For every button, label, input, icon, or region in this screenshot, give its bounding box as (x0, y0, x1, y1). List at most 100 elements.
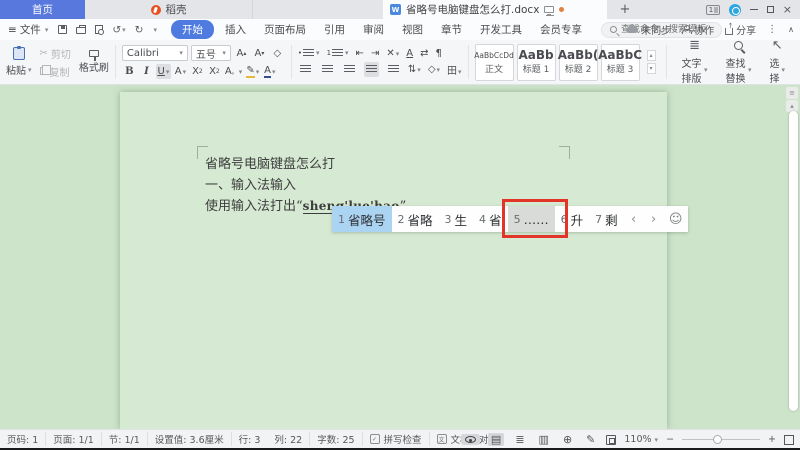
decrease-indent-button[interactable]: ⇤ (356, 48, 364, 59)
vertical-scrollbar[interactable] (789, 111, 798, 411)
borders-button[interactable]: 田▾ (447, 62, 462, 77)
title-bar: 首页 稻壳 W 省略号电脑键盘怎么打.docx + 1 × (0, 0, 800, 19)
print-icon[interactable] (76, 27, 86, 34)
ribbon-tab-insert[interactable]: 插入 (216, 20, 255, 39)
collapse-ribbon-icon[interactable]: ∧ (788, 25, 794, 34)
highlight-button[interactable]: ✎▾ (245, 64, 260, 79)
document-page[interactable] (120, 92, 667, 429)
ime-prev-page-button[interactable]: ‹ (624, 206, 644, 232)
zoom-level-button[interactable]: 110%▾ (624, 434, 658, 445)
ribbon-tab-dev-tools[interactable]: 开发工具 (471, 20, 531, 39)
more-menu-icon[interactable]: ⋮ (767, 24, 777, 35)
restore-button[interactable] (767, 6, 774, 13)
tab-docer[interactable]: 稻壳 (85, 0, 253, 19)
page-view-button[interactable]: ▤ (488, 433, 504, 446)
copy-button[interactable]: 复制 (40, 64, 71, 79)
cut-button[interactable]: ✂剪切 (40, 46, 71, 61)
bullets-button[interactable]: •▾ (298, 49, 320, 58)
close-button[interactable]: × (783, 4, 792, 15)
chevron-down-icon: ▾ (256, 68, 260, 76)
find-replace-button[interactable]: 查找替换▾ (726, 39, 752, 85)
select-button[interactable]: ↖ 选择▾ (769, 39, 785, 85)
save-icon[interactable] (58, 25, 67, 34)
new-tab-button[interactable]: + (614, 0, 636, 19)
file-menu-button[interactable]: ≡ 文件 ▾ (8, 22, 48, 37)
ribbon-tab-member[interactable]: 会员专享 (531, 20, 591, 39)
styles-scroll-down-icon[interactable]: ▾ (647, 63, 656, 74)
print-preview-icon[interactable] (95, 25, 103, 34)
shading-button[interactable]: ◇▾ (428, 64, 440, 75)
scroll-top-icon[interactable]: ≡ (786, 87, 798, 99)
grow-font-button[interactable]: A▴ (234, 46, 249, 61)
web-layout-button[interactable]: ⊕ (560, 433, 575, 446)
zoom-slider-thumb[interactable] (713, 435, 722, 444)
tab-home[interactable]: 首页 (0, 0, 85, 19)
writing-mode-button[interactable]: ✎ (583, 433, 598, 446)
clear-format-button[interactable]: ◇ (270, 46, 285, 61)
font-size-select[interactable]: 五号▾ (191, 45, 231, 61)
styles-scroll-up-icon[interactable]: ▴ (647, 50, 656, 61)
text-layout-button[interactable]: ≣ 文字排版▾ (682, 39, 708, 85)
char-scale-button[interactable]: A (406, 48, 413, 59)
numbering-button[interactable]: 1▾ (327, 49, 349, 58)
style-chip-heading3[interactable]: AaBbC 标题 3 (601, 44, 640, 81)
ribbon-tab-section[interactable]: 章节 (432, 20, 471, 39)
align-left-button[interactable] (298, 62, 313, 77)
text-direction-button[interactable]: ⇄ (420, 48, 428, 59)
ribbon-tab-references[interactable]: 引用 (315, 20, 354, 39)
align-right-button[interactable] (342, 62, 357, 77)
read-layout-button[interactable]: ▥ (536, 433, 552, 446)
superscript-button[interactable]: X2 (190, 64, 205, 79)
outline-view-button[interactable]: ≣ (512, 433, 527, 446)
zoom-in-button[interactable]: + (768, 434, 776, 445)
cjk-layout-button[interactable]: ✕▾ (386, 48, 399, 59)
spell-check-button[interactable]: ✓拼写检查 (363, 432, 430, 446)
increase-indent-button[interactable]: ⇥ (371, 48, 379, 59)
shrink-font-button[interactable]: A▾ (252, 46, 267, 61)
distribute-button[interactable] (386, 62, 401, 77)
justify-button[interactable] (364, 62, 379, 77)
ime-next-page-button[interactable]: › (644, 206, 664, 232)
fit-page-icon[interactable] (606, 435, 616, 445)
font-color-button[interactable]: A▾ (262, 64, 277, 79)
ribbon-tab-page-layout[interactable]: 页面布局 (255, 20, 315, 39)
eye-protection-button[interactable] (461, 434, 480, 445)
account-avatar[interactable] (729, 4, 741, 16)
char-border-button[interactable]: A▾ (173, 64, 188, 79)
phonetic-guide-button[interactable]: A。▾ (224, 64, 243, 79)
collaborate-button[interactable]: 协作 (682, 22, 714, 37)
zoom-out-button[interactable]: − (666, 434, 674, 445)
fullscreen-icon[interactable] (784, 435, 794, 445)
subscript-button[interactable]: X2 (207, 64, 222, 79)
tab-document[interactable]: W 省略号电脑键盘怎么打.docx (383, 0, 607, 19)
customize-quickbar-icon[interactable]: ▾ (153, 26, 157, 34)
bold-button[interactable]: B (122, 64, 137, 79)
sync-status-button[interactable]: 未同步 (626, 22, 671, 37)
align-center-button[interactable] (320, 62, 335, 77)
ribbon-tab-review[interactable]: 审阅 (354, 20, 393, 39)
style-chip-normal[interactable]: AaBbCcDd 正文 (475, 44, 514, 81)
style-chip-heading1[interactable]: AaBb 标题 1 (517, 44, 556, 81)
format-painter-button[interactable]: 格式刷 (79, 50, 109, 74)
share-button[interactable]: 分享 (725, 22, 756, 37)
underline-button[interactable]: U▾ (156, 64, 171, 79)
paste-button[interactable]: 粘贴▾ (6, 47, 32, 77)
ribbon-tab-view[interactable]: 视图 (393, 20, 432, 39)
style-chip-heading2[interactable]: AaBb( 标题 2 (559, 44, 598, 81)
font-name-select[interactable]: Calibri▾ (122, 45, 188, 61)
ime-candidate-3[interactable]: 3生 (439, 206, 474, 232)
italic-button[interactable]: I (139, 64, 154, 79)
ime-emoji-icon[interactable]: ☺ (664, 206, 688, 232)
status-word-count[interactable]: 字数: 25 (310, 432, 362, 446)
zoom-slider[interactable] (682, 439, 760, 440)
show-marks-button[interactable]: ¶ (435, 48, 441, 59)
ime-candidate-7[interactable]: 7剩 (589, 206, 624, 232)
ime-candidate-2[interactable]: 2省略 (392, 206, 439, 232)
minimize-button[interactable] (750, 9, 758, 10)
undo-button[interactable]: ↺▾ (112, 24, 125, 36)
ribbon-tab-home[interactable]: 开始 (171, 20, 214, 39)
workspace-badge[interactable]: 1 (706, 5, 720, 15)
redo-icon[interactable]: ↻ (135, 24, 144, 36)
line-spacing-button[interactable]: ⇅▾ (408, 64, 421, 75)
ime-candidate-1[interactable]: 1省略号 (332, 206, 392, 232)
